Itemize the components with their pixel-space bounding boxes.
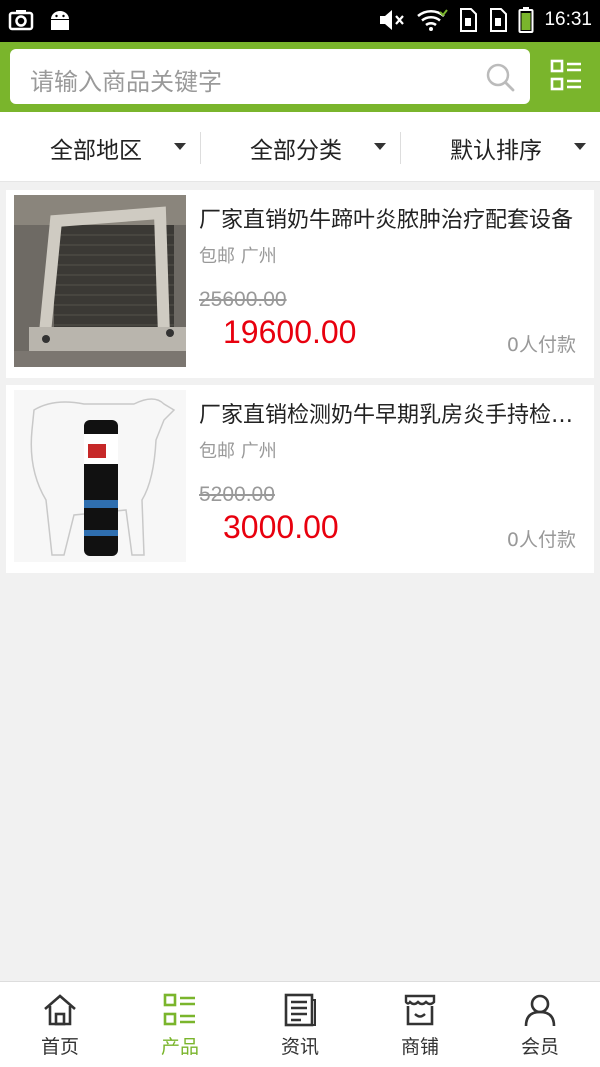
nav-shop[interactable]: 商铺 — [360, 982, 480, 1067]
product-old-price: 5200.00 — [199, 483, 275, 506]
mute-icon — [380, 10, 405, 30]
search-input[interactable]: 请输入商品关键字 — [10, 49, 530, 104]
filter-region-label: 全部地区 — [50, 138, 142, 164]
nav-news[interactable]: 资讯 — [240, 982, 360, 1067]
product-shipping: 包邮 广州 — [199, 441, 277, 462]
wifi-icon — [417, 9, 449, 31]
nav-news-label: 资讯 — [280, 1036, 319, 1058]
nav-products[interactable]: 产品 — [120, 982, 240, 1067]
home-icon — [44, 994, 76, 1026]
android-icon — [51, 11, 69, 30]
status-bar: 16:31 — [0, 0, 600, 42]
filter-category-label: 全部分类 — [250, 138, 342, 164]
caret-down-icon — [374, 143, 386, 150]
product-paid-count: 0人付款 — [506, 334, 576, 356]
filter-bar: 全部地区 全部分类 默认排序 — [0, 112, 600, 182]
product-price: 3000.00 — [223, 509, 339, 545]
product-image[interactable] — [14, 390, 186, 562]
product-card[interactable]: 厂家直销检测奶牛早期乳房炎手持检测仪 包邮 广州 5200.00 3000.00… — [6, 385, 594, 573]
shop-icon — [404, 994, 436, 1026]
status-time: 16:31 — [544, 9, 592, 30]
filter-region[interactable]: 全部地区 — [0, 112, 200, 182]
sim1-icon — [460, 8, 478, 32]
search-icon[interactable] — [484, 61, 516, 93]
battery-icon — [518, 7, 534, 33]
filter-sort-label: 默认排序 — [450, 138, 542, 164]
product-image[interactable] — [14, 195, 186, 367]
sim2-icon — [490, 8, 508, 32]
product-list-icon — [163, 993, 195, 1026]
filter-sort[interactable]: 默认排序 — [400, 112, 600, 182]
nav-home[interactable]: 首页 — [0, 982, 120, 1067]
product-paid-count: 0人付款 — [506, 529, 576, 551]
product-old-price: 25600.00 — [199, 288, 287, 311]
product-title[interactable]: 厂家直销检测奶牛早期乳房炎手持检测仪 — [199, 397, 579, 429]
grid-list-icon[interactable] — [550, 59, 584, 93]
nav-home-label: 首页 — [40, 1036, 79, 1058]
product-shipping: 包邮 广州 — [199, 246, 277, 267]
search-placeholder: 请输入商品关键字 — [30, 68, 222, 96]
bottom-nav: 首页 产品 资讯 商铺 会员 — [0, 981, 600, 1067]
caret-down-icon — [174, 143, 186, 150]
caret-down-icon — [574, 143, 586, 150]
nav-shop-label: 商铺 — [400, 1036, 439, 1058]
filter-category[interactable]: 全部分类 — [200, 112, 400, 182]
product-card[interactable]: 厂家直销奶牛蹄叶炎脓肿治疗配套设备 包邮 广州 25600.00 19600.0… — [6, 190, 594, 378]
news-icon — [284, 993, 316, 1027]
header-bar: 请输入商品关键字 — [0, 42, 600, 112]
nav-member-label: 会员 — [520, 1036, 559, 1058]
nav-member[interactable]: 会员 — [480, 982, 600, 1067]
user-icon — [524, 994, 556, 1027]
product-title[interactable]: 厂家直销奶牛蹄叶炎脓肿治疗配套设备 — [199, 202, 579, 234]
product-price: 19600.00 — [223, 314, 357, 350]
nav-products-label: 产品 — [160, 1036, 199, 1058]
screenshot-icon — [8, 10, 34, 31]
